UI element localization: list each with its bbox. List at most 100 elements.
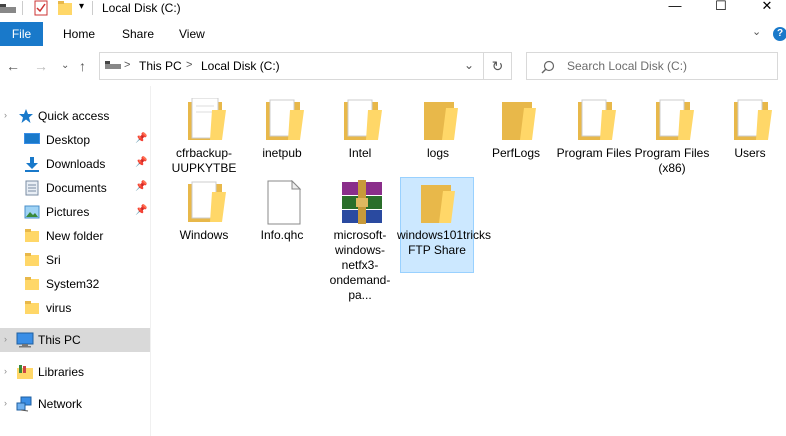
properties-icon[interactable]: [34, 0, 48, 16]
new-folder-icon[interactable]: [58, 1, 72, 15]
folder-icon: [188, 181, 226, 222]
sidebar-item-libraries[interactable]: › Libraries: [0, 360, 150, 384]
help-icon[interactable]: ?: [773, 27, 786, 41]
maximize-button[interactable]: ☐: [698, 0, 744, 14]
sidebar-item-pictures[interactable]: Pictures 📌: [0, 200, 150, 224]
sidebar-item-desktop[interactable]: Desktop 📌: [0, 128, 150, 152]
navigation-bar: ← → ⌄ ↑ > This PC > Local Disk (C:) ⌄ ↻ …: [0, 46, 786, 86]
breadcrumb-local-disk[interactable]: Local Disk (C:): [201, 59, 280, 73]
folder-item-program-files-x86[interactable]: Program Files (x86): [635, 98, 709, 178]
folder-item-program-files[interactable]: Program Files: [557, 98, 631, 178]
sidebar-item-new-folder[interactable]: New folder: [0, 224, 150, 248]
folder-item-windows[interactable]: Windows: [168, 180, 240, 246]
breadcrumb-this-pc[interactable]: This PC: [139, 59, 182, 73]
forward-icon[interactable]: →: [34, 58, 48, 74]
network-icon: [16, 396, 32, 412]
sidebar-item-system32[interactable]: System32: [0, 272, 150, 296]
address-bar[interactable]: > This PC > Local Disk (C:) ⌄: [99, 52, 484, 80]
file-list: cfrbackup-UUPKYTBE inetpub Intel logs Pe…: [152, 86, 786, 436]
qa-divider: [92, 1, 93, 15]
expand-chevron-icon[interactable]: ›: [4, 398, 7, 408]
sidebar-label: Desktop: [46, 133, 91, 147]
file-name: Program Files: [556, 146, 632, 160]
file-name: Program Files (x86): [634, 146, 710, 175]
pin-icon[interactable]: 📌: [135, 133, 147, 144]
sidebar-item-downloads[interactable]: Downloads 📌: [0, 152, 150, 176]
breadcrumb-separator: >: [186, 59, 193, 71]
sidebar-item-network[interactable]: › Network: [0, 392, 150, 416]
pin-icon[interactable]: 📌: [135, 181, 147, 192]
up-icon[interactable]: ↑: [79, 58, 86, 74]
star-icon: [19, 109, 33, 123]
file-name: microsoft-windows-netfx3-ondemand-pa...: [329, 228, 391, 302]
folder-item-perflogs[interactable]: PerfLogs: [480, 98, 552, 164]
this-pc-icon: [16, 332, 34, 348]
pane-divider[interactable]: [150, 86, 151, 436]
file-item-netfx3-archive[interactable]: microsoft-windows-netfx3-ondemand-pa...: [324, 180, 396, 302]
tab-file[interactable]: File: [0, 22, 43, 46]
refresh-icon: ↻: [491, 58, 504, 74]
recent-locations-icon[interactable]: ⌄: [61, 60, 69, 71]
downloads-icon: [25, 157, 39, 172]
sidebar-item-this-pc[interactable]: › This PC: [0, 328, 150, 352]
sidebar-label: This PC: [38, 333, 81, 347]
sidebar-label: virus: [46, 301, 72, 315]
minimize-button[interactable]: —: [652, 0, 698, 14]
expand-chevron-icon[interactable]: ›: [4, 366, 7, 376]
tab-view[interactable]: View: [179, 22, 205, 46]
tab-share[interactable]: Share: [122, 22, 154, 46]
file-name: Windows: [179, 228, 229, 242]
folder-icon: [266, 99, 304, 140]
window-title: Local Disk (C:): [102, 1, 181, 15]
pin-icon[interactable]: 📌: [135, 205, 147, 216]
folder-icon: [25, 301, 39, 314]
sidebar-label: Libraries: [38, 365, 85, 379]
file-item-info-qhc[interactable]: Info.qhc: [246, 180, 318, 246]
file-name: Info.qhc: [260, 228, 304, 242]
libraries-icon: [17, 365, 33, 379]
file-name: PerfLogs: [491, 146, 541, 160]
folder-icon: [25, 229, 39, 242]
ribbon-expand-icon[interactable]: ⌄: [752, 25, 761, 38]
sidebar-item-quick-access[interactable]: › Quick access: [0, 104, 150, 128]
sidebar-item-documents[interactable]: Documents 📌: [0, 176, 150, 200]
folder-item-ftp-share[interactable]: windows101tricks FTP Share: [397, 177, 491, 273]
expand-chevron-icon[interactable]: ›: [4, 110, 7, 120]
folder-item-inetpub[interactable]: inetpub: [246, 98, 318, 164]
sidebar-item-sri[interactable]: Sri: [0, 248, 150, 272]
folder-icon: [656, 99, 694, 140]
folder-icon: [344, 99, 382, 140]
folder-icon: [502, 102, 536, 140]
sidebar-item-virus[interactable]: virus: [0, 296, 150, 320]
address-dropdown-icon[interactable]: ⌄: [464, 58, 474, 72]
folder-icon: [188, 98, 226, 140]
sidebar-label: Network: [38, 397, 83, 411]
desktop-icon: [24, 133, 40, 144]
close-button[interactable]: ✕: [744, 0, 786, 14]
title-bar: ▾ Local Disk (C:) — ☐ ✕: [0, 0, 786, 22]
expand-chevron-icon[interactable]: ›: [4, 334, 7, 344]
qa-divider: [22, 1, 23, 15]
sidebar-label: New folder: [46, 229, 104, 243]
sidebar-label: System32: [46, 277, 100, 291]
qa-dropdown-icon[interactable]: ▾: [79, 1, 84, 12]
file-name: cfrbackup-UUPKYTBE: [171, 146, 237, 175]
folder-item-users[interactable]: Users: [714, 98, 786, 164]
pictures-icon: [24, 205, 40, 219]
file-name: inetpub: [262, 146, 302, 160]
file-name: Intel: [348, 146, 372, 160]
search-input[interactable]: Search Local Disk (C:): [526, 52, 778, 80]
folder-item-cfrbackup[interactable]: cfrbackup-UUPKYTBE: [168, 98, 240, 178]
search-placeholder: Search Local Disk (C:): [567, 59, 688, 73]
folder-icon: [25, 253, 39, 266]
back-icon[interactable]: ←: [6, 58, 20, 74]
refresh-button[interactable]: ↻: [484, 52, 512, 80]
folder-icon: [734, 99, 772, 140]
winrar-archive-icon: [342, 180, 382, 224]
file-icon: [267, 180, 302, 225]
folder-item-logs[interactable]: logs: [402, 98, 474, 164]
pin-icon[interactable]: 📌: [135, 157, 147, 168]
file-name: logs: [426, 146, 449, 160]
folder-item-intel[interactable]: Intel: [324, 98, 396, 164]
tab-home[interactable]: Home: [63, 22, 95, 46]
